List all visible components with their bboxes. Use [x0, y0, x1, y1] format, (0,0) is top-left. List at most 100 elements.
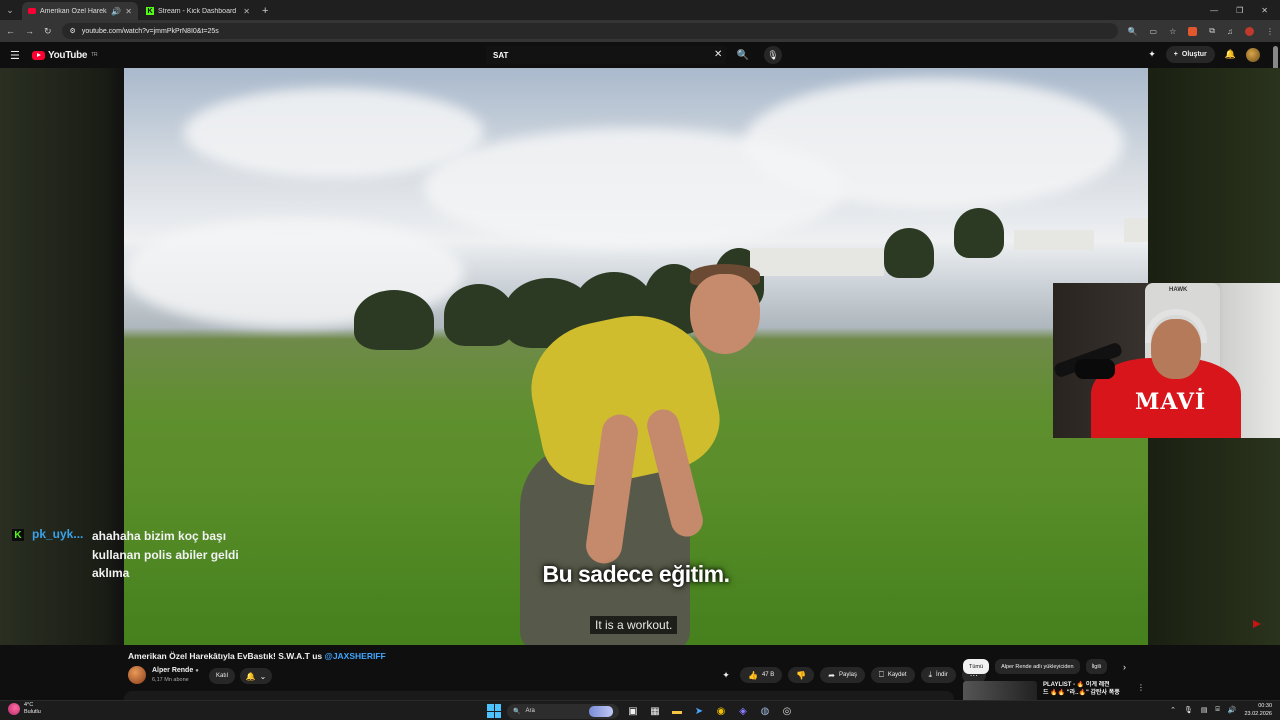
channel-avatar[interactable] — [128, 666, 146, 684]
tray-mic-icon[interactable]: 🎙 — [1184, 706, 1193, 714]
bookmark-star-icon[interactable]: ☆ — [1169, 27, 1176, 36]
chevron-right-icon[interactable]: › — [1123, 662, 1126, 672]
youtube-play-icon — [32, 50, 45, 60]
playlist-thumbnail[interactable] — [963, 681, 1037, 700]
site-info-icon[interactable]: ⚙ — [70, 27, 76, 35]
channel-name[interactable]: Alper Rende ● — [152, 667, 199, 674]
cloud — [744, 78, 1124, 208]
share-button[interactable]: ➦ Paylaş — [820, 667, 865, 683]
network-icon[interactable]: ⌸ — [1216, 706, 1220, 714]
task-view-icon[interactable]: ▣ — [625, 703, 641, 719]
windows-start-icon[interactable] — [487, 704, 501, 718]
audio-icon[interactable]: 🔊 — [111, 7, 121, 16]
description-box[interactable] — [124, 691, 954, 700]
file-explorer-icon[interactable]: ▬ — [669, 703, 685, 719]
tab-title: Stream - Kick Dashboard — [158, 7, 237, 15]
widgets-icon[interactable]: ▦ — [647, 703, 663, 719]
video-player[interactable]: Bu sadece eğitim. It is a workout. — [124, 68, 1148, 645]
search-icon[interactable]: 🔍 — [1128, 27, 1138, 36]
download-icon: ⤓ — [928, 670, 933, 679]
new-tab-button[interactable]: + — [262, 2, 268, 20]
profile-icon[interactable] — [1245, 26, 1254, 36]
windows-taskbar: 4°C Bulutlu 🔍 Ara ▣ ▦ ▬ ➤ ◉ ◈ ◍ ◎ ⌃ 🎙 ▤ … — [0, 700, 1280, 720]
youtube-header: ☰ YouTubeTR ✕ 🔍 🎙 ✦ + Oluştur 🔔 — [0, 42, 1280, 68]
volume-icon[interactable]: 🔊 — [1228, 706, 1237, 714]
reload-icon[interactable]: ↻ — [44, 26, 52, 37]
address-bar[interactable]: ⚙ youtube.com/watch?v=jmmPkPrN8I0&t=25s — [61, 23, 1118, 39]
back-icon[interactable]: ← — [6, 26, 15, 36]
weather-widget[interactable]: 4°C Bulutlu — [8, 702, 41, 716]
bookmark-icon: ⎕ — [879, 670, 884, 679]
join-button[interactable]: Katıl — [209, 668, 236, 684]
account-avatar[interactable] — [1246, 47, 1260, 62]
system-tray: ⌃ 🎙 ▤ ⌸ 🔊 00:30 23.02.2026 — [1170, 702, 1272, 718]
maximize-icon[interactable]: ❐ — [1236, 6, 1243, 15]
tray-chevron-up-icon[interactable]: ⌃ — [1170, 706, 1176, 714]
taskbar-search[interactable]: 🔍 Ara — [507, 703, 619, 719]
extension-icon[interactable] — [1188, 26, 1198, 36]
translated-subtitle: Bu sadece eğitim. — [542, 561, 730, 587]
search-input[interactable] — [486, 46, 726, 64]
search-bar: ✕ 🔍 🎙 — [486, 46, 782, 64]
youtube-favicon-icon — [28, 8, 36, 14]
minimize-icon[interactable]: — — [1210, 6, 1218, 15]
kick-favicon-icon: K — [146, 7, 154, 15]
ai-sparkle-icon[interactable]: ✦ — [1148, 49, 1156, 60]
extensions-puzzle-icon[interactable]: ⧉ — [1209, 26, 1215, 36]
search-icon: 🔍 — [513, 708, 521, 715]
menu-icon[interactable]: ☰ — [10, 49, 32, 62]
ask-ai-icon[interactable]: ✦ — [718, 670, 734, 681]
close-window-icon[interactable]: ✕ — [1261, 6, 1268, 15]
player-stage: Bu sadece eğitim. It is a workout. K pk_… — [0, 68, 1280, 645]
voice-search-icon[interactable]: 🎙 — [764, 46, 782, 64]
chevron-down-icon: ⌄ — [259, 671, 267, 681]
weather-icon — [8, 703, 20, 715]
chip-all[interactable]: Tümü — [963, 659, 990, 674]
hoodie-text: MAVİ — [1135, 389, 1207, 415]
chip-related[interactable]: İlgili — [1085, 659, 1108, 674]
forward-icon[interactable]: → — [25, 26, 34, 36]
video-title-text: Amerikan Özel Harekâtıyla EvBastık! S.W.… — [128, 651, 325, 661]
download-label: İndir — [936, 672, 948, 678]
playlist-title-line: 드 🔥🔥 "라..🔥" 감탄사 폭풍 — [1043, 690, 1120, 696]
url-text: youtube.com/watch?v=jmmPkPrN8I0&t=25s — [81, 27, 219, 35]
browser-menu-icon[interactable]: ⋮ — [1266, 27, 1274, 36]
tab-close-icon[interactable]: ✕ — [243, 7, 250, 16]
tab-kick[interactable]: K Stream - Kick Dashboard ✕ — [140, 2, 256, 20]
chrome-icon[interactable]: ◉ — [713, 703, 729, 719]
discord-icon[interactable]: ◈ — [735, 703, 751, 719]
search-button[interactable]: 🔍 — [732, 46, 754, 64]
subscriber-count: 6,17 Mn abone — [152, 677, 189, 683]
playlist-preview[interactable]: PLAYLIST - 🔥 이게 레전 드 🔥🔥 "라..🔥" 감탄사 폭풍 — [963, 681, 1148, 700]
youtube-logo[interactable]: YouTube TR — [32, 50, 98, 61]
clock[interactable]: 00:30 23.02.2026 — [1244, 702, 1272, 718]
media-icon[interactable]: ♫ — [1227, 27, 1233, 36]
video-actions: ✦ 👍 47 B 👎 ➦ Paylaş ⎕ Kaydet ⤓ İndir ⋯ — [718, 667, 986, 683]
browser-toolbar: ← → ↻ ⚙ youtube.com/watch?v=jmmPkPrN8I0&… — [0, 20, 1280, 42]
subscription-bell-button[interactable]: 🔔 ⌄ — [240, 668, 272, 684]
channel-name-text[interactable]: Alper Rende — [152, 667, 193, 674]
cast-icon[interactable]: ▭ — [1150, 27, 1158, 36]
obs-icon[interactable]: ◎ — [779, 703, 795, 719]
create-button[interactable]: + Oluştur — [1165, 46, 1215, 63]
dislike-button[interactable]: 👎 — [788, 667, 815, 683]
tab-close-icon[interactable]: ✕ — [125, 7, 132, 16]
more-vertical-icon[interactable]: ⋮ — [1137, 683, 1145, 692]
tab-search-button[interactable]: ⌄ — [0, 0, 20, 20]
notifications-bell-icon[interactable]: 🔔 — [1225, 49, 1236, 60]
clock-date: 23.02.2026 — [1244, 711, 1272, 717]
chip-from-uploader[interactable]: Alper Rende adlı yükleyiciden — [995, 659, 1080, 674]
download-button[interactable]: ⤓ İndir — [920, 667, 956, 683]
search-placeholder: Ara — [525, 708, 535, 714]
tray-app-icon[interactable]: ▤ — [1201, 706, 1208, 714]
save-button[interactable]: ⎕ Kaydet — [871, 667, 915, 683]
telegram-icon[interactable]: ➤ — [691, 703, 707, 719]
region-code: TR — [91, 52, 98, 58]
video-title-handle[interactable]: @JAXSHERIFF — [325, 651, 386, 661]
tab-youtube[interactable]: Amerikan Özel Harekâtıyla 🔊 ✕ — [22, 2, 138, 20]
window-controls: — ❐ ✕ — [1210, 0, 1280, 20]
like-button[interactable]: 👍 47 B — [740, 667, 783, 683]
clear-search-icon[interactable]: ✕ — [714, 49, 722, 60]
steam-icon[interactable]: ◍ — [757, 703, 773, 719]
browser-tabstrip: ⌄ Amerikan Özel Harekâtıyla 🔊 ✕ K Stream… — [0, 0, 1280, 20]
